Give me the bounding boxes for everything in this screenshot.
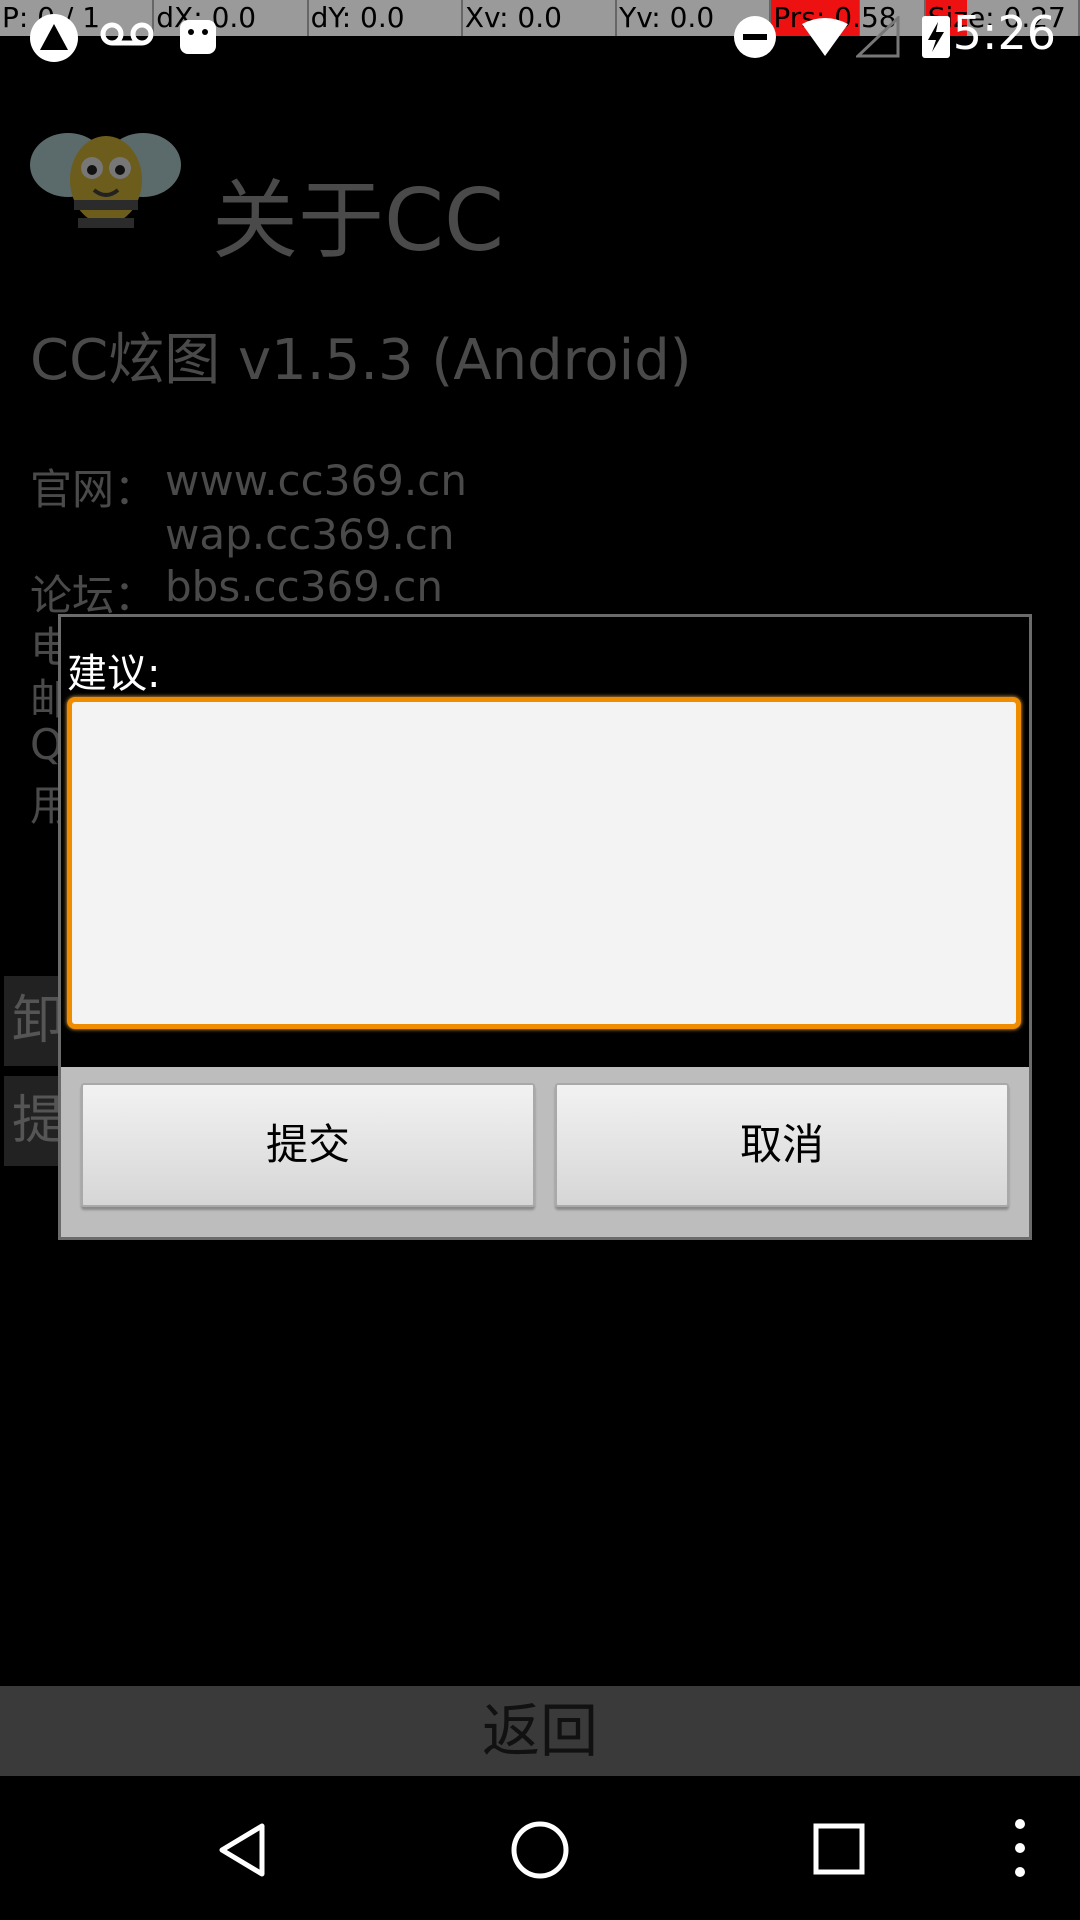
uninstall-button[interactable]: 卸: [4, 976, 64, 1066]
suggestion-dialog: 建议: 提交 取消: [58, 614, 1032, 1240]
site-label: 官网：: [30, 465, 157, 514]
pointer-xv: Xv: 0.0: [462, 0, 618, 36]
pointer-size: Size: 0.27: [926, 0, 1080, 36]
version-text: CC炫图 v1.5.3 (Android): [30, 328, 692, 393]
home-icon[interactable]: [508, 1818, 572, 1882]
forum-link[interactable]: bbs.cc369.cn: [165, 562, 443, 611]
site-link-1[interactable]: www.cc369.cn: [165, 456, 467, 505]
navigation-bar: [0, 1776, 1080, 1920]
site-link-2[interactable]: wap.cc369.cn: [165, 510, 455, 559]
pointer-dx: dX: 0.0: [154, 0, 309, 36]
cancel-button[interactable]: 取消: [555, 1083, 1009, 1207]
pointer-yv: Yv: 0.0: [617, 0, 772, 36]
submit-button[interactable]: 提交: [81, 1083, 535, 1207]
feedback-button[interactable]: 提: [4, 1076, 64, 1166]
pointer-pressure: Prs: 0.58: [771, 0, 926, 36]
pointer-location-bar: P: 0 / 1 dX: 0.0 dY: 0.0 Xv: 0.0 Yv: 0.0…: [0, 0, 1080, 36]
pointer-dy: dY: 0.0: [308, 0, 463, 36]
pointer-count: P: 0 / 1: [0, 0, 155, 36]
back-button[interactable]: 返回: [0, 1686, 1080, 1776]
dialog-button-bar: 提交 取消: [61, 1067, 1029, 1237]
suggestion-input[interactable]: [67, 697, 1021, 1029]
recents-icon[interactable]: [812, 1822, 868, 1878]
menu-icon[interactable]: [1010, 1816, 1030, 1880]
suggestion-label: 建议:: [67, 651, 161, 697]
bee-logo-icon: [30, 133, 181, 228]
back-icon[interactable]: [212, 1820, 272, 1880]
page-title: 关于CC: [212, 171, 505, 271]
